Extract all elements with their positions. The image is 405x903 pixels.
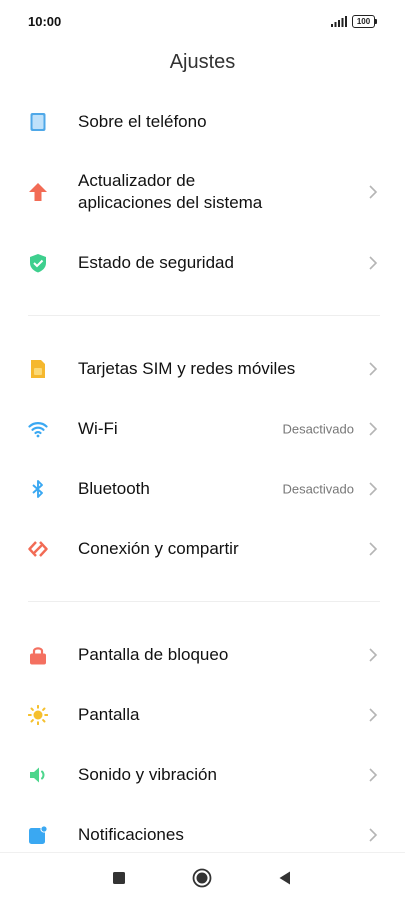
chevron-right-icon <box>369 185 378 199</box>
signal-icon <box>331 16 347 27</box>
settings-item-label: Conexión y compartir <box>78 539 239 558</box>
share-icon <box>28 541 48 557</box>
sun-icon <box>28 705 48 725</box>
wifi-status-value: Desactivado <box>282 421 354 437</box>
settings-item-display[interactable]: Pantalla <box>0 687 405 743</box>
settings-item-label: Wi-Fi <box>78 419 118 438</box>
settings-item-label: Notificaciones <box>78 825 184 844</box>
sim-card-icon <box>31 360 45 378</box>
chevron-right-icon <box>369 422 378 436</box>
shield-check-icon <box>30 254 46 273</box>
chevron-right-icon <box>369 482 378 496</box>
phone-info-icon <box>30 113 46 131</box>
wifi-icon <box>28 422 48 438</box>
section-divider <box>28 601 380 602</box>
chevron-right-icon <box>369 648 378 662</box>
chevron-right-icon <box>369 542 378 556</box>
settings-item-bluetooth[interactable]: Bluetooth Desactivado <box>0 461 405 517</box>
chevron-right-icon <box>369 708 378 722</box>
settings-item-label: Pantalla <box>78 705 140 724</box>
settings-item-label: Sonido y vibración <box>78 765 217 784</box>
battery-icon: 100 <box>352 15 378 28</box>
recents-button[interactable] <box>112 871 126 885</box>
status-bar: 10:00 100 <box>0 0 405 44</box>
status-time: 10:00 <box>28 14 62 29</box>
settings-item-label: Bluetooth <box>78 479 150 498</box>
settings-item-label: Estado de seguridad <box>78 253 234 272</box>
home-button[interactable] <box>192 868 212 888</box>
bluetooth-icon <box>32 480 43 498</box>
settings-item-sim-cards[interactable]: Tarjetas SIM y redes móviles <box>0 341 405 397</box>
update-arrow-icon <box>29 183 47 201</box>
settings-item-security-status[interactable]: Estado de seguridad <box>0 235 405 291</box>
settings-item-label: Sobre el teléfono <box>78 112 207 131</box>
settings-item-sound-vibration[interactable]: Sonido y vibración <box>0 747 405 803</box>
back-button[interactable] <box>278 870 292 886</box>
bluetooth-status-value: Desactivado <box>282 481 354 497</box>
section-divider <box>28 315 380 316</box>
settings-item-wifi[interactable]: Wi-Fi Desactivado <box>0 401 405 457</box>
navigation-bar <box>0 852 405 903</box>
settings-item-label: Pantalla de bloqueo <box>78 645 229 664</box>
chevron-right-icon <box>369 828 378 842</box>
chevron-right-icon <box>369 768 378 782</box>
settings-item-about-phone[interactable]: Sobre el teléfono <box>0 94 405 150</box>
settings-item-connection-sharing[interactable]: Conexión y compartir <box>0 521 405 577</box>
settings-item-system-app-updater[interactable]: Actualizador de aplicaciones del sistema <box>0 164 405 220</box>
page-title: Ajustes <box>169 51 236 73</box>
settings-item-lock-screen[interactable]: Pantalla de bloqueo <box>0 627 405 683</box>
speaker-icon <box>30 767 45 783</box>
chevron-right-icon <box>369 362 378 376</box>
chevron-right-icon <box>369 256 378 270</box>
notification-icon <box>29 825 48 844</box>
battery-level: 100 <box>352 15 375 28</box>
settings-item-label: Tarjetas SIM y redes móviles <box>78 359 296 378</box>
settings-item-label: Actualizador de aplicaciones del sistema <box>78 171 263 212</box>
lock-icon <box>30 647 46 665</box>
